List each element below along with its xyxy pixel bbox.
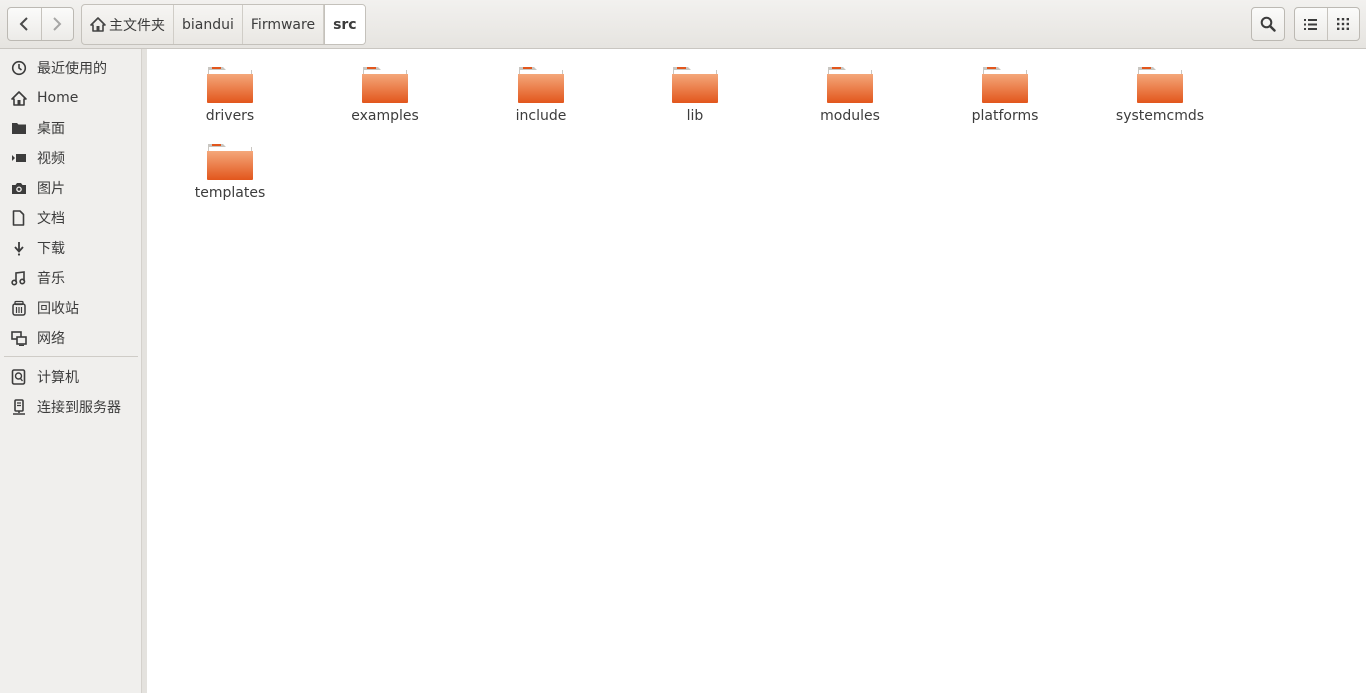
sidebar-item-label: 视频	[37, 151, 65, 167]
server-icon	[10, 399, 27, 416]
sidebar-divider	[4, 356, 138, 357]
sidebar-item-label: 图片	[37, 181, 65, 197]
breadcrumb-biandui[interactable]: biandui	[174, 5, 243, 44]
sidebar: 最近使用的 Home 桌面 视频 图片 文档 下载 音乐 回收站 网络 计算机 …	[0, 49, 142, 693]
home-icon	[10, 90, 27, 107]
view-mode-buttons	[1294, 7, 1360, 41]
list-view-button[interactable]	[1295, 8, 1327, 40]
folder-icon	[827, 67, 873, 103]
sidebar-item-label: Home	[37, 90, 79, 106]
network-icon	[10, 330, 27, 347]
folder-name: systemcmds	[1115, 108, 1205, 124]
folder-name: include	[515, 108, 567, 124]
folder-icon	[207, 67, 253, 103]
folder-name: modules	[820, 108, 880, 124]
grid-view-icon	[1337, 18, 1350, 30]
sidebar-item-home[interactable]: Home	[0, 84, 141, 112]
folder-item[interactable]: include	[486, 64, 596, 124]
folder-icon	[1137, 67, 1183, 103]
music-icon	[10, 270, 27, 287]
download-icon	[10, 240, 27, 257]
sidebar-item-recent[interactable]: 最近使用的	[0, 54, 141, 82]
file-manager-window: 主文件夹 biandui Firmware src 最近使用的 Home 桌面 …	[0, 0, 1366, 693]
computer-icon	[10, 369, 27, 386]
folder-item[interactable]: templates	[175, 141, 285, 201]
chevron-right-icon	[53, 17, 62, 31]
breadcrumb-label: 主文件夹	[109, 17, 165, 34]
desktop-icon	[10, 120, 27, 137]
sidebar-item-computer[interactable]: 计算机	[0, 363, 141, 391]
folder-icon	[518, 67, 564, 103]
folder-item[interactable]: modules	[795, 64, 905, 124]
sidebar-item-video[interactable]: 视频	[0, 144, 141, 172]
folder-item[interactable]: lib	[640, 64, 750, 124]
sidebar-item-trash[interactable]: 回收站	[0, 294, 141, 322]
chevron-left-icon	[19, 17, 28, 31]
sidebar-item-label: 文档	[37, 211, 65, 227]
sidebar-item-pictures[interactable]: 图片	[0, 174, 141, 202]
camera-icon	[10, 180, 27, 197]
document-icon	[10, 210, 27, 227]
sidebar-item-label: 连接到服务器	[37, 400, 121, 416]
folder-name: examples	[351, 108, 419, 124]
trash-icon	[10, 300, 27, 317]
sidebar-item-network[interactable]: 网络	[0, 324, 141, 352]
folder-icon	[362, 67, 408, 103]
folder-item[interactable]: drivers	[175, 64, 285, 124]
folder-icon	[207, 144, 253, 180]
search-button[interactable]	[1251, 7, 1285, 41]
back-button[interactable]	[8, 8, 41, 40]
file-grid: drivers examples include lib modules pla…	[147, 49, 1366, 693]
home-icon	[90, 17, 106, 32]
folder-item[interactable]: examples	[330, 64, 440, 124]
breadcrumb-src[interactable]: src	[324, 5, 365, 44]
grid-view-button[interactable]	[1326, 8, 1359, 40]
sidebar-item-documents[interactable]: 文档	[0, 204, 141, 232]
folder-name: templates	[194, 185, 266, 201]
breadcrumb-home[interactable]: 主文件夹	[82, 5, 174, 44]
video-icon	[10, 150, 27, 167]
folder-item[interactable]: platforms	[950, 64, 1060, 124]
sidebar-item-label: 最近使用的	[37, 61, 107, 77]
folder-item[interactable]: systemcmds	[1105, 64, 1215, 124]
navigation-buttons	[7, 7, 74, 41]
header-bar: 主文件夹 biandui Firmware src	[0, 0, 1366, 49]
breadcrumb-label: biandui	[182, 16, 234, 33]
sidebar-item-music[interactable]: 音乐	[0, 264, 141, 292]
sidebar-item-label: 回收站	[37, 301, 79, 317]
sidebar-item-downloads[interactable]: 下载	[0, 234, 141, 262]
sidebar-item-label: 计算机	[37, 370, 79, 386]
search-icon	[1260, 16, 1276, 32]
sidebar-item-label: 网络	[37, 331, 65, 347]
list-view-icon	[1304, 18, 1318, 30]
recent-icon	[10, 60, 27, 77]
folder-icon	[982, 67, 1028, 103]
breadcrumb-label: Firmware	[250, 16, 316, 33]
folder-icon	[672, 67, 718, 103]
sidebar-item-label: 音乐	[37, 271, 65, 287]
sidebar-item-label: 下载	[37, 241, 65, 257]
forward-button[interactable]	[40, 8, 74, 40]
sidebar-item-connect-server[interactable]: 连接到服务器	[0, 393, 141, 421]
folder-name: platforms	[971, 108, 1039, 124]
sidebar-item-label: 桌面	[37, 121, 65, 137]
breadcrumb-label: src	[333, 16, 357, 33]
breadcrumb: 主文件夹 biandui Firmware src	[81, 4, 366, 45]
sidebar-item-desktop[interactable]: 桌面	[0, 114, 141, 142]
folder-name: lib	[686, 108, 704, 124]
breadcrumb-firmware[interactable]: Firmware	[243, 5, 325, 44]
folder-name: drivers	[205, 108, 255, 124]
